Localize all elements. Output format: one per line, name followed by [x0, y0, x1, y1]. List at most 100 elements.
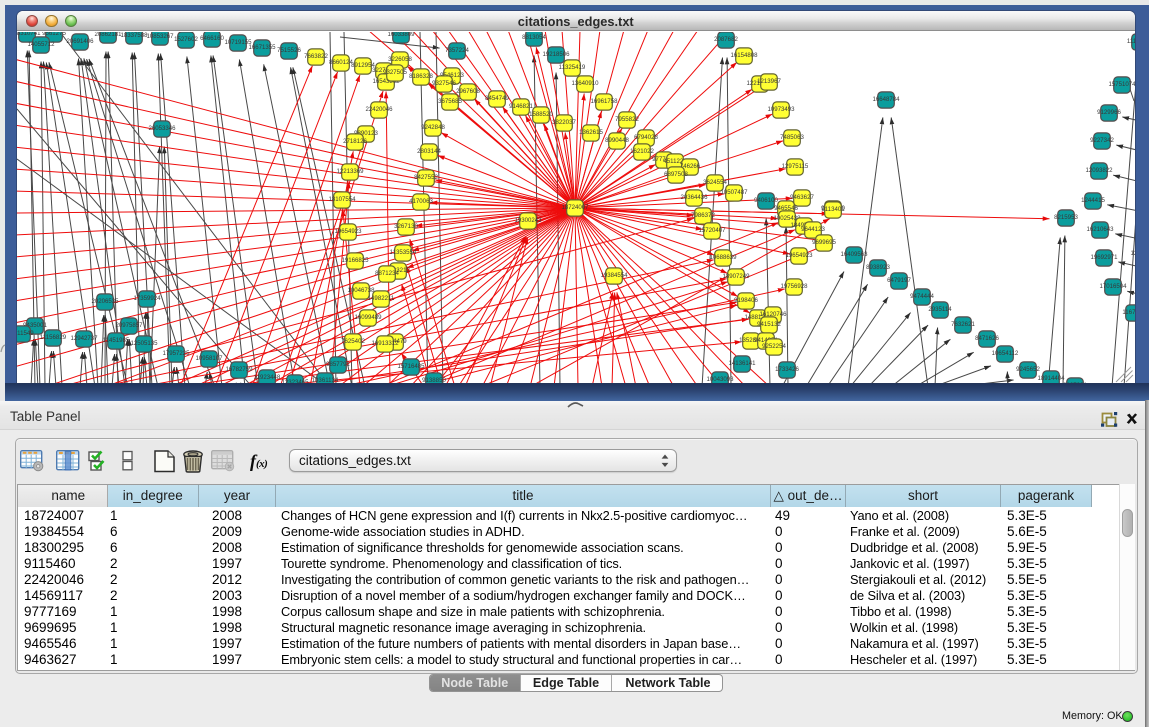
svg-text:16210643: 16210643 — [1086, 226, 1114, 233]
svg-text:6897508: 6897508 — [664, 171, 688, 178]
svg-text:14055712: 14055712 — [27, 41, 55, 48]
svg-text:6479197: 6479197 — [887, 277, 911, 284]
svg-text:1244415: 1244415 — [1081, 197, 1105, 204]
svg-text:9113401: 9113401 — [821, 206, 845, 213]
svg-text:12975115: 12975115 — [782, 163, 809, 170]
svg-text:11353554: 11353554 — [390, 249, 417, 256]
svg-text:9327505: 9327505 — [383, 69, 407, 76]
svg-text:9242848: 9242848 — [421, 124, 445, 131]
svg-text:18724007: 18724007 — [561, 204, 589, 211]
svg-text:1527602: 1527602 — [174, 36, 198, 43]
svg-text:10853267: 10853267 — [146, 33, 174, 40]
svg-text:9474444: 9474444 — [910, 293, 934, 300]
svg-text:20364436: 20364436 — [680, 194, 708, 201]
svg-text:10958107: 10958107 — [195, 355, 223, 362]
svg-text:11451985: 11451985 — [103, 337, 130, 344]
svg-text:9227342: 9227342 — [1090, 137, 1114, 144]
svg-text:12505135: 12505135 — [130, 340, 158, 347]
svg-text:9245652: 9245652 — [1016, 366, 1040, 373]
svg-text:16033809: 16033809 — [387, 32, 415, 38]
svg-text:6794028: 6794028 — [634, 134, 658, 141]
svg-text:12213369: 12213369 — [336, 168, 364, 175]
svg-text:9406100: 9406100 — [754, 197, 778, 204]
svg-text:20862181: 20862181 — [94, 32, 122, 38]
svg-text:18914404: 18914404 — [1037, 375, 1065, 382]
svg-text:17957225: 17957225 — [162, 350, 190, 357]
svg-text:9327546: 9327546 — [432, 80, 456, 87]
svg-text:2935114: 2935114 — [928, 306, 952, 313]
svg-text:12323465: 12323465 — [281, 379, 309, 383]
svg-text:16154808: 16154808 — [730, 52, 758, 59]
svg-text:9252254: 9252254 — [762, 343, 786, 350]
svg-text:16671355: 16671355 — [248, 44, 276, 51]
svg-text:14136141: 14136141 — [728, 360, 756, 367]
svg-text:9146821: 9146821 — [509, 103, 533, 110]
svg-text:12103514: 12103514 — [1130, 250, 1134, 257]
svg-text:17016504: 17016504 — [1099, 283, 1127, 290]
svg-text:9644123: 9644123 — [801, 226, 825, 233]
svg-text:9463627: 9463627 — [790, 194, 814, 201]
svg-text:8454749: 8454749 — [485, 95, 509, 102]
svg-text:6466160: 6466160 — [200, 35, 224, 42]
svg-text:19654923: 19654923 — [785, 252, 813, 259]
svg-text:3226058: 3226058 — [388, 56, 412, 63]
svg-text:7663822: 7663822 — [304, 53, 328, 60]
svg-text:10654112: 10654112 — [992, 350, 1019, 357]
svg-text:10043093: 10043093 — [706, 376, 734, 383]
svg-text:10361134: 10361134 — [312, 377, 339, 383]
svg-text:16961758: 16961758 — [590, 98, 618, 105]
svg-text:19218506: 19218506 — [542, 51, 570, 58]
svg-text:3267130: 3267130 — [394, 223, 418, 230]
svg-text:11156829: 11156829 — [40, 334, 67, 341]
svg-text:7625402: 7625402 — [341, 338, 365, 345]
svg-text:19756928: 19756928 — [780, 283, 808, 290]
svg-text:10507487: 10507487 — [720, 189, 748, 196]
svg-text:8215953: 8215953 — [1054, 214, 1078, 221]
svg-text:16409563: 16409563 — [840, 251, 868, 258]
svg-text:9857791: 9857791 — [326, 361, 350, 368]
svg-text:15716485: 15716485 — [397, 363, 425, 370]
svg-text:7485063: 7485063 — [780, 134, 804, 141]
svg-text:12093822: 12093822 — [1085, 167, 1113, 174]
svg-text:1167534: 1167534 — [1122, 309, 1134, 316]
svg-text:16648784: 16648784 — [872, 96, 900, 103]
svg-text:7632621: 7632621 — [951, 321, 975, 328]
svg-text:10688639: 10688639 — [709, 254, 737, 261]
svg-text:18107554: 18107554 — [328, 196, 356, 203]
svg-text:16099489: 16099489 — [354, 314, 382, 321]
svg-text:18907249: 18907249 — [722, 273, 750, 280]
svg-text:16913312: 16913312 — [371, 340, 399, 347]
svg-text:8427552: 8427552 — [414, 174, 438, 181]
svg-text:8127331: 8127331 — [1063, 382, 1087, 383]
svg-text:2967608: 2967608 — [456, 88, 480, 95]
svg-text:9415132: 9415132 — [757, 321, 781, 328]
svg-text:7955822: 7955822 — [615, 116, 639, 123]
svg-text:8990448: 8990448 — [605, 137, 629, 144]
svg-text:1362615: 1362615 — [579, 129, 603, 136]
svg-text:9138850: 9138850 — [422, 377, 446, 383]
svg-text:10973493: 10973493 — [767, 106, 795, 113]
svg-text:16782759: 16782759 — [225, 366, 253, 373]
svg-text:12942737: 12942737 — [70, 335, 98, 342]
svg-text:19654923: 19654923 — [334, 228, 362, 235]
svg-text:8938923: 8938923 — [866, 264, 890, 271]
svg-text:19300243: 19300243 — [514, 217, 542, 224]
svg-text:11124513: 11124513 — [1127, 38, 1135, 45]
svg-text:8660124: 8660124 — [329, 59, 353, 66]
svg-text:22420046: 22420046 — [365, 106, 393, 113]
svg-text:8871234: 8871234 — [375, 270, 399, 277]
svg-text:3624554: 3624554 — [703, 179, 727, 186]
svg-text:1213967: 1213967 — [757, 78, 781, 85]
svg-text:11325419: 11325419 — [559, 64, 586, 71]
svg-text:10046738: 10046738 — [347, 287, 375, 294]
svg-text:11923448: 11923448 — [254, 374, 281, 381]
svg-text:2718126: 2718126 — [343, 138, 367, 145]
svg-text:19166825: 19166825 — [341, 257, 369, 264]
svg-text:20975857: 20975857 — [115, 322, 143, 329]
svg-text:7986372: 7986372 — [691, 212, 715, 219]
svg-text:7515526: 7515526 — [277, 47, 301, 54]
svg-text:3911549: 3911549 — [17, 330, 34, 337]
svg-text:1588520: 1588520 — [529, 111, 553, 118]
svg-text:2803144: 2803144 — [417, 148, 441, 155]
svg-text:3675685: 3675685 — [438, 98, 462, 105]
